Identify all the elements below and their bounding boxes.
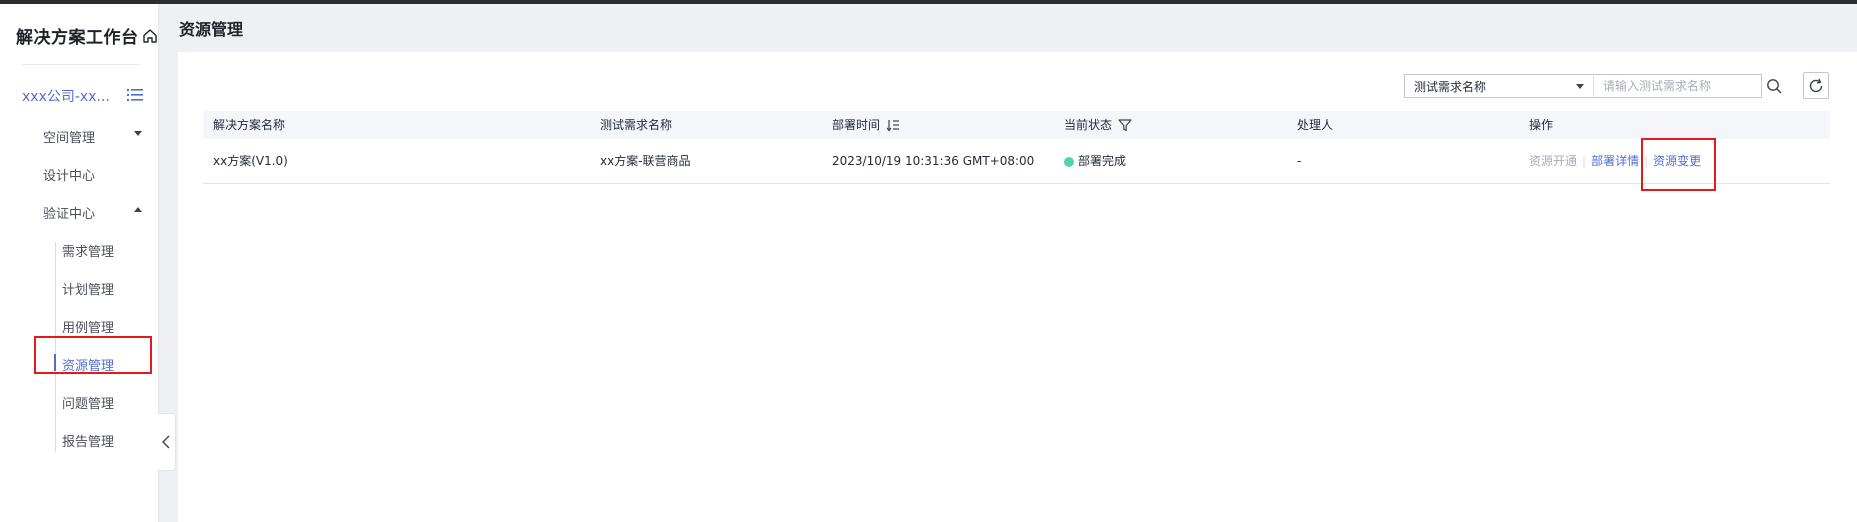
open-resource-link[interactable]: 资源开通 <box>1529 140 1577 183</box>
cell-deploy-time: 2023/10/19 10:31:36 GMT+08:00 <box>832 154 1035 168</box>
cell-status: 部署完成 <box>1064 140 1126 183</box>
column-header-solution: 解决方案名称 <box>213 111 285 139</box>
nav-space-management[interactable]: 空间管理 <box>43 127 95 146</box>
refresh-icon <box>1809 78 1823 92</box>
action-separator: | <box>1582 154 1587 168</box>
column-header-status[interactable]: 当前状态 <box>1064 111 1132 139</box>
column-label: 当前状态 <box>1064 118 1113 132</box>
column-label: 部署时间 <box>832 118 881 132</box>
sidebar: 解决方案工作台 xxx公司-xx... 空间管理 设计中心 验证中心 需求管理 … <box>0 4 159 522</box>
nav-design-center[interactable]: 设计中心 <box>43 165 95 184</box>
chevron-down-icon <box>1576 83 1584 89</box>
refresh-button[interactable] <box>1803 72 1829 99</box>
sidebar-collapse-button[interactable] <box>157 413 176 471</box>
cell-requirement: xx方案-联营商品 <box>600 154 691 168</box>
chevron-left-icon <box>162 435 170 449</box>
cell-handler: - <box>1297 154 1302 168</box>
sort-icon[interactable] <box>886 118 900 132</box>
deploy-detail-link[interactable]: 部署详情 <box>1591 140 1639 183</box>
nav-case-management[interactable]: 用例管理 <box>62 317 114 336</box>
nav-issue-management[interactable]: 问题管理 <box>62 393 114 412</box>
cell-solution: xx方案(V1.0) <box>213 154 288 168</box>
column-label: 处理人 <box>1297 118 1334 132</box>
nav-report-management[interactable]: 报告管理 <box>62 431 114 450</box>
project-selector[interactable]: xxx公司-xx... <box>22 86 110 106</box>
column-label: 操作 <box>1529 118 1554 132</box>
table-row: xx方案(V1.0) xx方案-联营商品 2023/10/19 10:31:36… <box>203 140 1830 184</box>
project-name: xxx公司-xx... <box>22 89 110 105</box>
sidebar-divider <box>22 64 140 65</box>
workbench-title[interactable]: 解决方案工作台 <box>16 23 158 48</box>
chevron-up-icon[interactable] <box>134 207 142 212</box>
search-field-value: 测试需求名称 <box>1414 79 1487 94</box>
nav-plan-management[interactable]: 计划管理 <box>62 279 114 298</box>
status-dot-icon <box>1064 156 1074 167</box>
nav-requirement-management[interactable]: 需求管理 <box>62 241 114 260</box>
home-icon[interactable] <box>142 28 158 44</box>
search-icon[interactable] <box>1766 78 1782 94</box>
chevron-down-icon[interactable] <box>134 131 142 136</box>
column-label: 测试需求名称 <box>600 118 673 132</box>
top-bar <box>0 0 1857 4</box>
column-header-deploy-time[interactable]: 部署时间 <box>832 111 900 139</box>
column-label: 解决方案名称 <box>213 118 286 132</box>
search-input[interactable] <box>1593 74 1762 98</box>
column-header-requirement: 测试需求名称 <box>600 111 672 139</box>
list-menu-icon[interactable] <box>127 88 143 102</box>
page-title: 资源管理 <box>179 20 244 39</box>
status-text: 部署完成 <box>1078 154 1127 168</box>
highlight-box-action <box>1641 138 1716 191</box>
table-header: 解决方案名称 测试需求名称 部署时间 当前状态 处理人 操作 <box>203 111 1830 139</box>
column-header-handler: 处理人 <box>1297 111 1333 139</box>
search-field-select[interactable]: 测试需求名称 <box>1404 74 1594 98</box>
column-header-actions: 操作 <box>1529 111 1553 139</box>
nav-verify-center[interactable]: 验证中心 <box>43 203 95 222</box>
workbench-title-text: 解决方案工作台 <box>16 28 139 48</box>
highlight-box-sidebar <box>34 336 152 374</box>
filter-icon[interactable] <box>1118 118 1132 132</box>
